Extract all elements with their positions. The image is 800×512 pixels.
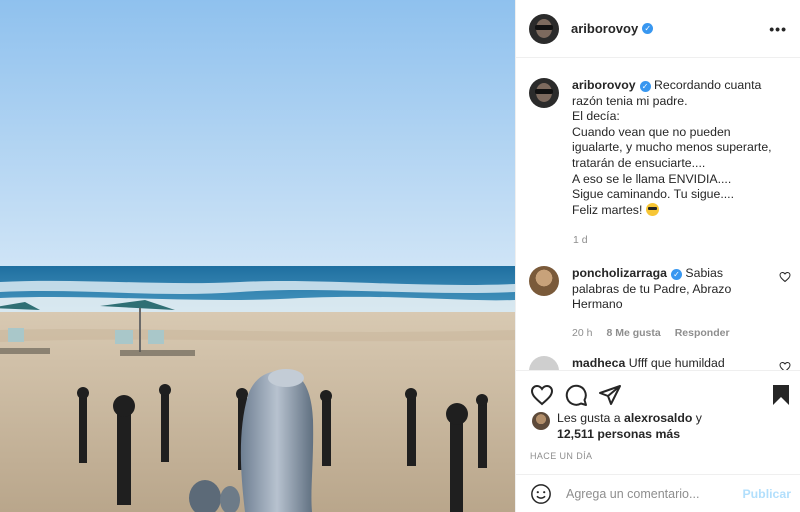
reply-button[interactable]: Responder [675,326,730,342]
comment-item: madheca Ufff que humildad [529,356,794,370]
commenter-verified-badge-icon: ✓ [670,269,682,280]
caption-line: El decía: [572,109,620,124]
caption-line: razón tenia mi padre. [572,93,688,108]
likes-conj: y [695,411,702,425]
post-actions: Les gusta a alexrosaldo y 12,511 persona… [516,370,800,512]
like-comment-heart-icon[interactable] [779,361,791,370]
comment-bubble-icon[interactable] [564,383,588,407]
commenter-username[interactable]: madheca [572,356,625,370]
add-comment-bar: Publicar [516,474,800,512]
verified-badge-icon: ✓ [642,23,654,34]
comment-likes[interactable]: 8 Me gusta [606,326,660,342]
beach-image [0,0,515,512]
comment-text: Sabias [685,266,724,280]
emoji-smile-icon[interactable] [530,483,552,505]
more-options-icon[interactable]: ••• [769,21,787,37]
caption-text: ariborovoy ✓ Recordando cuanta razón teni… [572,78,772,218]
likes-summary: Les gusta a alexrosaldo y 12,511 persona… [532,411,702,442]
caption-timestamp[interactable]: 1 d [573,234,588,246]
instagram-post: ariborovoy ✓ ••• ariborovoy ✓ Recordando … [0,0,800,512]
comment-item: poncholizarraga ✓ Sabias palabras de tu P… [529,266,794,341]
author-username[interactable]: ariborovoy [571,21,638,36]
caption-username[interactable]: ariborovoy [572,78,636,92]
caption-line: Sigue caminando. Tu sigue.... [572,187,735,202]
like-comment-heart-icon[interactable] [779,271,791,283]
save-bookmark-icon[interactable] [769,383,793,407]
comment-text: Ufff que humildad [628,356,725,370]
liker-username[interactable]: alexrosaldo [624,411,692,425]
likes-prefix: Les gusta a [557,411,621,425]
comment-input[interactable] [566,487,736,501]
commenter-username[interactable]: poncholizarraga [572,266,667,280]
commenter-avatar[interactable] [529,266,559,296]
sunglasses-emoji-icon [645,202,659,216]
caption-avatar[interactable] [529,78,559,108]
comments-section[interactable]: ariborovoy ✓ Recordando cuanta razón teni… [516,59,800,370]
post-date[interactable]: HACE UN DÍA [530,451,592,461]
comment-text: palabras de tu Padre, Abrazo [572,281,732,296]
caption-verified-badge-icon: ✓ [639,81,651,92]
caption: ariborovoy ✓ Recordando cuanta razón teni… [529,78,794,218]
likes-count[interactable]: 12,511 personas más [557,427,680,441]
share-send-icon[interactable] [598,383,622,407]
author-avatar[interactable] [529,13,559,44]
caption-line: Recordando cuanta [653,78,762,92]
liker-avatar[interactable] [532,412,550,430]
comment-time[interactable]: 20 h [572,326,592,342]
comment-text: Hermano [572,297,623,312]
post-photo[interactable] [0,0,515,512]
caption-line: A eso se le llama ENVIDIA.... [572,171,732,186]
caption-line: Feliz martes! [572,202,643,217]
caption-line: Cuando vean que no pueden [572,124,731,139]
like-heart-icon[interactable] [530,383,554,407]
caption-line: tratarán de ensuciarte.... [572,155,706,170]
post-side-panel: ariborovoy ✓ ••• ariborovoy ✓ Recordando … [515,0,800,512]
caption-line: igualarte, y mucho menos superarte, [572,140,772,155]
publish-button[interactable]: Publicar [742,487,791,501]
post-header: ariborovoy ✓ ••• [516,0,800,58]
commenter-avatar[interactable] [529,356,559,370]
